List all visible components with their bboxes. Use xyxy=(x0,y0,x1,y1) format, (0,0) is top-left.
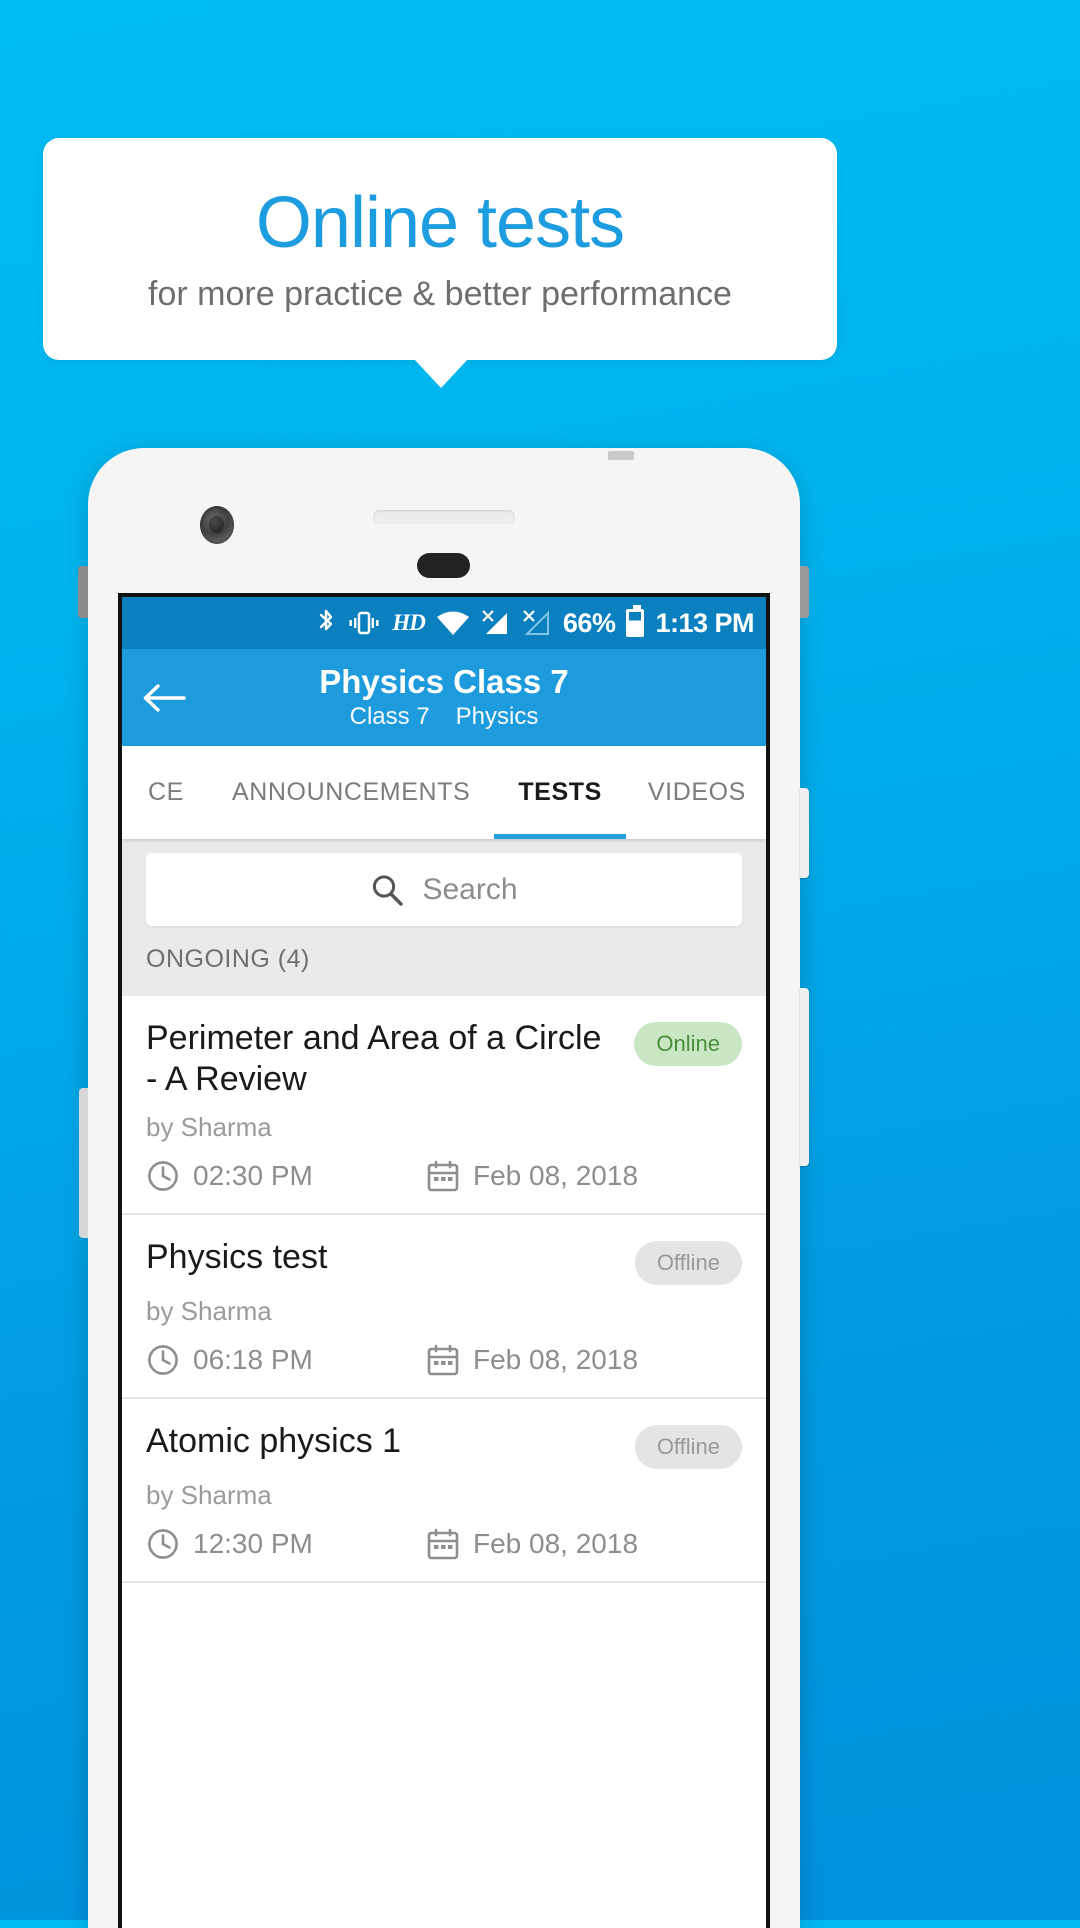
tab-bar: CE ANNOUNCEMENTS TESTS VIDEOS xyxy=(122,746,766,839)
test-title: Physics test xyxy=(146,1237,328,1276)
signal-no-sim-2-icon xyxy=(522,609,552,637)
table-row[interactable]: Physics test Offline by Sharma 06:18 PM xyxy=(122,1214,766,1399)
status-badge: Offline xyxy=(634,1240,742,1285)
front-camera-icon xyxy=(200,506,234,544)
status-bar: HD 66% 1:13 PM xyxy=(122,597,766,649)
battery-icon xyxy=(626,605,645,637)
test-date-cell: Feb 08, 2018 xyxy=(426,1343,638,1377)
search-input[interactable]: Search xyxy=(146,853,742,926)
wifi-icon xyxy=(436,610,470,636)
test-time: 06:18 PM xyxy=(193,1343,313,1375)
test-title: Perimeter and Area of a Circle - A Revie… xyxy=(146,1019,602,1099)
vibrate-icon xyxy=(347,609,381,637)
hd-icon: HD xyxy=(392,610,425,635)
app-toolbar: Physics Class 7 Class 7 Physics xyxy=(122,649,766,746)
search-placeholder: Search xyxy=(422,872,518,906)
tab-tests[interactable]: TESTS xyxy=(494,746,626,839)
test-meta-row: 06:18 PM Feb 08, 2018 xyxy=(146,1343,742,1377)
calendar-icon xyxy=(426,1159,460,1193)
tab-videos[interactable]: VIDEOS xyxy=(626,746,766,839)
clock-icon xyxy=(146,1527,180,1561)
phone-right-button-top xyxy=(800,566,809,618)
test-time-cell: 02:30 PM xyxy=(146,1159,426,1193)
page-title: Physics Class 7 xyxy=(319,663,569,701)
test-date-cell: Feb 08, 2018 xyxy=(426,1159,638,1193)
section-header-ongoing: ONGOING (4) xyxy=(122,939,766,996)
test-date: Feb 08, 2018 xyxy=(473,1343,639,1375)
signal-no-sim-1-icon xyxy=(481,609,511,637)
table-row[interactable]: Atomic physics 1 Offline by Sharma 12:30… xyxy=(122,1398,766,1583)
promo-subheadline: for more practice & better performance xyxy=(148,275,732,313)
phone-power-button xyxy=(800,788,809,878)
proximity-sensor xyxy=(417,553,470,578)
table-row[interactable]: Perimeter and Area of a Circle - A Revie… xyxy=(122,996,766,1215)
test-item-header: Atomic physics 1 Offline xyxy=(146,1421,742,1469)
test-time-cell: 06:18 PM xyxy=(146,1343,426,1377)
phone-volume-button xyxy=(800,988,809,1166)
test-author: by Sharma xyxy=(146,1295,272,1326)
clock-icon xyxy=(146,1159,180,1193)
test-time: 12:30 PM xyxy=(193,1527,313,1559)
test-item-header: Physics test Offline xyxy=(146,1237,742,1285)
test-meta-row: 02:30 PM Feb 08, 2018 xyxy=(146,1159,742,1193)
battery-percent-label: 66% xyxy=(562,607,616,638)
status-badge: Offline xyxy=(634,1424,742,1469)
test-item-header: Perimeter and Area of a Circle - A Revie… xyxy=(146,1018,742,1101)
back-arrow-icon[interactable] xyxy=(136,681,192,715)
calendar-icon xyxy=(426,1343,460,1377)
test-meta-row: 12:30 PM Feb 08, 2018 xyxy=(146,1527,742,1561)
test-date: Feb 08, 2018 xyxy=(473,1159,639,1191)
phone-left-edge-accent xyxy=(79,1088,88,1238)
status-badge: Online xyxy=(634,1022,742,1066)
breadcrumb: Class 7 Physics xyxy=(122,703,766,731)
promo-callout-bubble: Online tests for more practice & better … xyxy=(43,138,837,360)
test-time: 02:30 PM xyxy=(193,1159,313,1191)
breadcrumb-class: Class 7 xyxy=(349,702,430,730)
toolbar-title-block: Physics Class 7 Class 7 Physics xyxy=(122,663,766,731)
clock-time-label: 1:13 PM xyxy=(655,607,754,638)
test-time-cell: 12:30 PM xyxy=(146,1527,426,1561)
test-date-cell: Feb 08, 2018 xyxy=(426,1527,638,1561)
phone-mockup: HD 66% 1:13 PM Physics Class 7 Class 7 P… xyxy=(78,448,809,1928)
tab-ce[interactable]: CE xyxy=(122,746,208,839)
breadcrumb-subject: Physics xyxy=(455,702,539,730)
search-bar-container: Search xyxy=(122,839,766,939)
test-author: by Sharma xyxy=(146,1111,272,1142)
phone-left-button xyxy=(78,566,88,618)
clock-icon xyxy=(146,1343,180,1377)
earpiece-speaker xyxy=(373,510,515,524)
search-icon xyxy=(370,873,404,907)
bluetooth-icon xyxy=(316,608,336,638)
tab-announcements[interactable]: ANNOUNCEMENTS xyxy=(208,746,494,839)
phone-screen: HD 66% 1:13 PM Physics Class 7 Class 7 P… xyxy=(118,593,770,1928)
test-date: Feb 08, 2018 xyxy=(473,1527,639,1559)
promo-bubble-tail xyxy=(413,358,469,388)
promo-headline: Online tests xyxy=(255,183,625,263)
test-title: Atomic physics 1 xyxy=(146,1421,402,1460)
test-author: by Sharma xyxy=(146,1479,272,1510)
calendar-icon xyxy=(426,1527,460,1561)
